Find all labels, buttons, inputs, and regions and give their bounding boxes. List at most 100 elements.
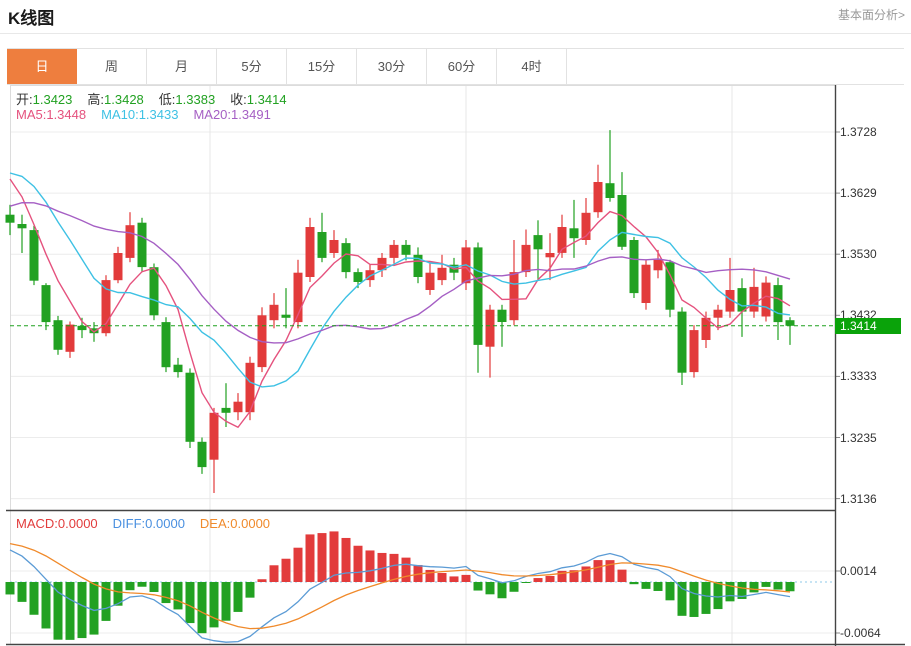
macd-bar [402,558,411,582]
candle-body [30,230,39,281]
macd-bar [78,582,87,638]
candle-body [66,325,75,352]
macd-bar [450,576,459,582]
macd-legend-item-label: DEA: [200,516,230,531]
macd-bar [702,582,711,614]
header-divider [0,33,911,34]
macd-legend-item-value: 0.0000 [145,516,185,531]
tab-day[interactable]: 日 [7,49,77,84]
ohlc-legend-item-value: 1.3383 [175,92,215,107]
ma-legend-item-label: MA5: [16,107,46,122]
macd-bar [294,548,303,582]
candle-body [762,283,771,317]
macd-bar [666,582,675,600]
macd-bar [426,570,435,582]
ohlc-legend-item: 高:1.3428 [87,89,143,108]
candle-body [594,182,603,212]
grid [10,85,840,645]
macd-bar [786,582,795,591]
ma-legend-item-value: 1.3433 [139,107,179,122]
tab-5min[interactable]: 5分 [217,49,287,84]
macd-bar [594,560,603,582]
price-axis-label: 1.3136 [840,492,877,506]
candle-body [570,228,579,238]
candle-body [606,183,615,198]
macd-bar [366,550,375,582]
candle-body [54,320,63,350]
candle-body [234,402,243,413]
macd-bar [30,582,39,615]
macd-bar [750,582,759,592]
macd-bar [654,582,663,591]
macd-legend-item-label: DIFF: [113,516,146,531]
candle-body [750,287,759,312]
ohlc-legend-item-label: 低: [159,92,176,107]
tab-60min[interactable]: 60分 [427,49,497,84]
candle-body [210,413,219,460]
macd-bar [762,582,771,587]
ohlc-legend: 开:1.3423 高:1.3428 低:1.3383 收:1.3414 [16,89,302,108]
price-axis-label: 1.3728 [840,125,877,139]
candle-body [546,253,555,257]
ma-legend-item-label: MA10: [101,107,139,122]
macd-bar [354,546,363,582]
ma-legend-item: MA20:1.3491 [193,107,270,122]
ohlc-legend-item-label: 收: [230,92,247,107]
candle-body [738,288,747,312]
macd-bar [270,565,279,582]
candle-body [438,268,447,280]
candle-body [474,247,483,345]
ohlc-legend-item-value: 1.3423 [33,92,73,107]
candle-body [498,310,507,322]
macd-bar [486,582,495,594]
tab-15min[interactable]: 15分 [287,49,357,84]
tab-30min[interactable]: 30分 [357,49,427,84]
candle-body [18,224,27,228]
macd-legend-item: DEA:0.0000 [200,516,270,531]
macd-bar [282,559,291,582]
macd-bar [618,570,627,582]
macd-bar [498,582,507,598]
price-axis-label: 1.3629 [840,186,877,200]
macd-bar [150,582,159,592]
price-axis-label: 1.3530 [840,247,877,261]
fundamental-analysis-link[interactable]: 基本面分析> [838,6,905,23]
candlestick-series [6,130,795,493]
ma-legend-item: MA5:1.3448 [16,107,86,122]
tab-week[interactable]: 周 [77,49,147,84]
macd-bar [306,534,315,582]
macd-bar [246,582,255,598]
macd-legend-item: DIFF:0.0000 [113,516,185,531]
candle-body [390,245,399,258]
macd-bar [66,582,75,640]
ma-legend-item-label: MA20: [193,107,231,122]
tab-4hour[interactable]: 4时 [497,49,567,84]
page-title: K线图 [8,4,54,29]
ma-legend-item: MA10:1.3433 [101,107,178,122]
ohlc-legend-item-value: 1.3414 [247,92,287,107]
candle-body [150,267,159,315]
macd-bar [678,582,687,616]
candle-body [186,373,195,442]
candle-body [282,315,291,318]
macd-bar [258,579,267,582]
ohlc-legend-item: 收:1.3414 [230,89,286,108]
macd-bar [90,582,99,635]
macd-bar [42,582,51,628]
macd-bar [54,582,63,640]
ohlc-legend-item: 开:1.3423 [16,89,72,108]
interval-tabbar: 日周月5分15分30分60分4时 [7,48,904,85]
macd-axis-label: -0.0064 [840,626,881,640]
tab-month[interactable]: 月 [147,49,217,84]
macd-bar [198,582,207,633]
candle-body [786,320,795,326]
candle-body [510,272,519,320]
candle-body [222,408,231,413]
macd-legend: MACD:0.0000DIFF:0.0000DEA:0.0000 [16,516,285,531]
candle-body [714,310,723,318]
macd-bar [438,573,447,582]
candle-body [174,365,183,372]
kline-page: { "header": { "title": "K线图", "link_labe… [0,0,911,646]
candle-body [690,330,699,372]
macd-bar [606,560,615,582]
